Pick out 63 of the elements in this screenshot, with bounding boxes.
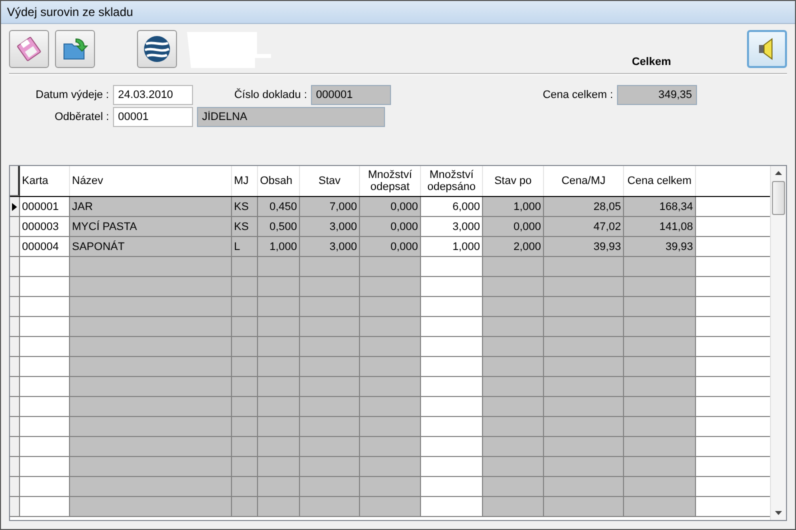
logo-button[interactable] (137, 30, 177, 68)
table-cell: MYCÍ PASTA (70, 217, 232, 237)
column-header[interactable]: Obsah (258, 166, 300, 196)
sound-button[interactable] (747, 30, 787, 68)
total-price-field[interactable]: 349,35 (617, 85, 697, 105)
window-title: Výdej surovin ze skladu (7, 5, 134, 19)
table-cell: KS (232, 197, 258, 217)
table-cell: 000004 (20, 237, 70, 257)
column-header[interactable]: Karta (20, 166, 70, 196)
table-cell: 7,000 (300, 197, 360, 217)
table-cell: 000003 (20, 217, 70, 237)
scrollbar-thumb[interactable] (772, 181, 785, 215)
table-cell: 0,000 (360, 237, 421, 257)
date-field[interactable]: 24.03.2010 (113, 85, 193, 105)
column-header[interactable]: MJ (232, 166, 258, 196)
table-cell: 1,000 (258, 237, 300, 257)
column-header[interactable]: Množství odepsat (360, 166, 421, 196)
table-cell: 47,02 (544, 217, 624, 237)
table-cell: 0,000 (483, 217, 544, 237)
globe-logo-icon (143, 35, 171, 63)
customer-code-field[interactable]: 00001 (113, 107, 193, 127)
table-cell: 2,000 (483, 237, 544, 257)
table-cell: 0,500 (258, 217, 300, 237)
column-header[interactable]: Název (70, 166, 232, 196)
customer-label: Odběratel : (54, 111, 109, 123)
table-cell: 6,000 (421, 197, 483, 217)
total-heading: Celkem (632, 56, 671, 68)
column-header[interactable]: Cena/MJ (544, 166, 624, 196)
table-cell: 39,93 (544, 237, 624, 257)
table-cell: 1,000 (421, 237, 483, 257)
table-cell: 0,000 (360, 217, 421, 237)
save-button[interactable] (9, 30, 49, 68)
document-number-label: Číslo dokladu : (233, 89, 307, 101)
document-number-field[interactable]: 000001 (311, 85, 391, 105)
table-cell: 39,93 (624, 237, 696, 257)
table-cell: 1,000 (483, 197, 544, 217)
table-cell: 141,08 (624, 217, 696, 237)
column-header[interactable]: Stav po (483, 166, 544, 196)
table-cell: 0,000 (360, 197, 421, 217)
scroll-up-icon[interactable] (775, 171, 782, 175)
column-header[interactable]: Cena celkem (624, 166, 696, 196)
table-cell: SAPONÁT (70, 237, 232, 257)
table-cell: JAR (70, 197, 232, 217)
total-price-label: Cena celkem : (542, 89, 613, 101)
scroll-down-icon[interactable] (775, 511, 782, 515)
column-header[interactable]: Množství odepsáno (421, 166, 483, 196)
table-cell: 0,450 (258, 197, 300, 217)
open-button[interactable] (55, 30, 95, 68)
table-cell: L (232, 237, 258, 257)
folder-arrow-icon (61, 36, 89, 62)
table-cell: 3,000 (421, 217, 483, 237)
column-header[interactable]: Stav (300, 166, 360, 196)
date-label: Datum výdeje : (34, 89, 109, 101)
table-cell: 3,000 (300, 217, 360, 237)
table-cell: 168,34 (624, 197, 696, 217)
table-cell: 3,000 (300, 237, 360, 257)
grid-corner (10, 166, 20, 196)
current-row-icon (12, 202, 17, 210)
table-cell: KS (232, 217, 258, 237)
vertical-scrollbar[interactable] (770, 166, 786, 520)
table-cell: 28,05 (544, 197, 624, 217)
row-indicator[interactable] (10, 197, 20, 217)
table-cell: 000001 (20, 197, 70, 217)
